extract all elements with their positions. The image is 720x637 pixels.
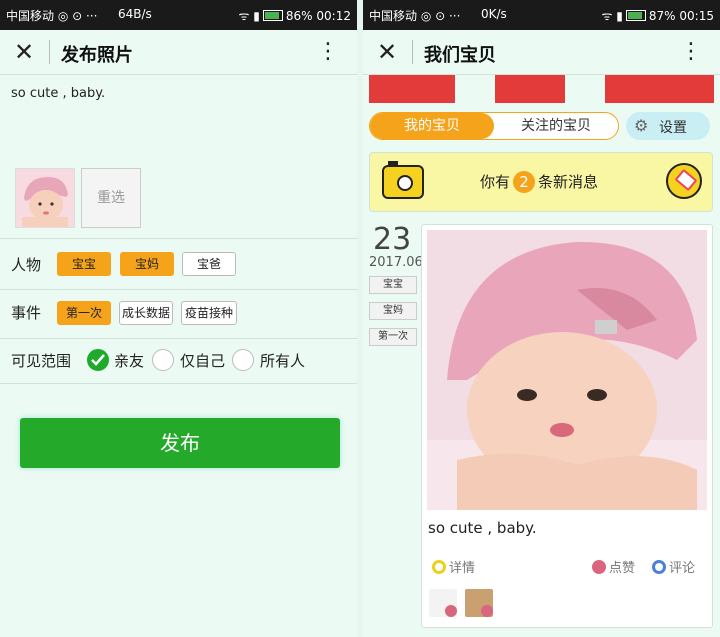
battery-percent: 87% [648, 9, 676, 23]
heart-icon [481, 605, 493, 617]
caption-text[interactable]: so cute , baby. [11, 86, 105, 101]
top-banner [369, 75, 714, 103]
tag-icon[interactable] [666, 163, 702, 199]
heart-icon [592, 560, 606, 574]
radio-friends-label: 亲友 [114, 352, 145, 370]
detail-button[interactable]: 详情 [432, 557, 475, 576]
comment-icon [652, 560, 666, 574]
camera-icon[interactable] [382, 161, 424, 199]
page-title: 我们宝贝 [424, 45, 496, 66]
settings-button[interactable]: ⚙ 设置 [626, 112, 710, 140]
close-icon[interactable]: ✕ [14, 38, 34, 66]
like-button[interactable]: 点赞 [592, 557, 635, 576]
visibility-row: 可见范围 亲友 仅自己 所有人 [0, 338, 357, 384]
event-tag-first-time[interactable]: 第一次 [57, 301, 111, 325]
reselect-button[interactable]: 重选 [81, 168, 141, 228]
status-bar: 中国移动 ◎ ⊙ ··· 64B/s ᯤ ▮ 86% 00:12 [0, 0, 357, 30]
close-icon[interactable]: ✕ [377, 38, 397, 66]
divider [412, 40, 413, 64]
status-bar: 中国移动 ◎ ⊙ ··· 0K/s ᯤ ▮ 87% 00:15 [363, 0, 720, 30]
comment-button[interactable]: 评论 [652, 557, 695, 576]
battery-icon [262, 10, 283, 21]
gear-icon: ⚙ [634, 116, 649, 135]
publish-photo-screen: 中国移动 ◎ ⊙ ··· 64B/s ᯤ ▮ 86% 00:12 ✕ 发布照片 ⋮… [0, 0, 357, 637]
battery-icon [625, 10, 646, 21]
post-tag-baby: 宝宝 [369, 276, 417, 294]
baby-tabs: 我的宝贝 关注的宝贝 [369, 112, 619, 140]
liker-avatar[interactable] [465, 589, 493, 617]
post-caption: so cute , baby. [428, 519, 537, 537]
divider [49, 40, 50, 64]
battery-percent: 86% [285, 9, 313, 23]
person-tag-mom[interactable]: 宝妈 [120, 252, 174, 276]
photo-thumbnail[interactable] [15, 168, 75, 228]
app-bar: ✕ 我们宝贝 ⋮ [363, 30, 720, 75]
more-options-icon[interactable]: ⋮ [680, 38, 702, 66]
post-tag-mom: 宝妈 [369, 302, 417, 320]
message-prefix: 你有 [480, 173, 511, 191]
liker-avatar[interactable] [429, 589, 457, 617]
carrier-label: 中国移动 [6, 9, 55, 23]
radio-only-me-label: 仅自己 [180, 352, 226, 370]
our-baby-screen: 中国移动 ◎ ⊙ ··· 0K/s ᯤ ▮ 87% 00:15 ✕ 我们宝贝 ⋮ … [363, 0, 720, 637]
person-tag-baby[interactable]: 宝宝 [57, 252, 111, 276]
like-label: 点赞 [609, 561, 636, 576]
tab-my-baby[interactable]: 我的宝贝 [370, 113, 494, 139]
radio-everyone-label: 所有人 [260, 352, 306, 370]
message-count-badge: 2 [513, 171, 536, 193]
event-tag-vaccination[interactable]: 疫苗接种 [181, 301, 237, 325]
pencil-icon [432, 560, 446, 574]
message-suffix: 条新消息 [538, 173, 599, 191]
event-tag-growth-data[interactable]: 成长数据 [119, 301, 173, 325]
post-card: so cute , baby. 详情 点赞 评论 [421, 224, 713, 628]
radio-only-me[interactable] [152, 349, 174, 371]
radio-everyone[interactable] [232, 349, 254, 371]
settings-label: 设置 [659, 120, 687, 136]
app-bar: ✕ 发布照片 ⋮ [0, 30, 357, 75]
person-row: 人物 宝宝 宝妈 宝爸 [0, 238, 357, 289]
signal-icon: ᯤ ▮ [238, 9, 260, 23]
detail-label: 详情 [449, 561, 476, 576]
event-label: 事件 [11, 304, 42, 322]
new-message-banner[interactable]: 你有 2 条新消息 [369, 152, 713, 212]
carrier-label: 中国移动 [369, 9, 418, 23]
radio-friends[interactable] [87, 349, 109, 371]
publish-button[interactable]: 发布 [20, 418, 340, 468]
post-year-month: 2017.06 [369, 255, 423, 270]
page-title: 发布照片 [61, 45, 133, 66]
comment-label: 评论 [669, 561, 696, 576]
baby-photo[interactable] [427, 230, 707, 510]
person-label: 人物 [11, 256, 42, 274]
network-speed: 64B/s [118, 7, 152, 21]
visibility-label: 可见范围 [11, 352, 72, 370]
tab-followed-baby[interactable]: 关注的宝贝 [494, 113, 618, 139]
post-day: 23 [373, 222, 412, 257]
new-message-text: 你有 2 条新消息 [480, 171, 598, 193]
clock: 00:12 [316, 9, 351, 23]
person-tag-dad[interactable]: 宝爸 [182, 252, 236, 276]
signal-icon: ᯤ ▮ [601, 9, 623, 23]
clock: 00:15 [679, 9, 714, 23]
more-options-icon[interactable]: ⋮ [317, 38, 339, 66]
post-tag-first-time: 第一次 [369, 328, 417, 346]
heart-icon [445, 605, 457, 617]
event-row: 事件 第一次 成长数据 疫苗接种 [0, 289, 357, 338]
network-speed: 0K/s [481, 7, 507, 21]
